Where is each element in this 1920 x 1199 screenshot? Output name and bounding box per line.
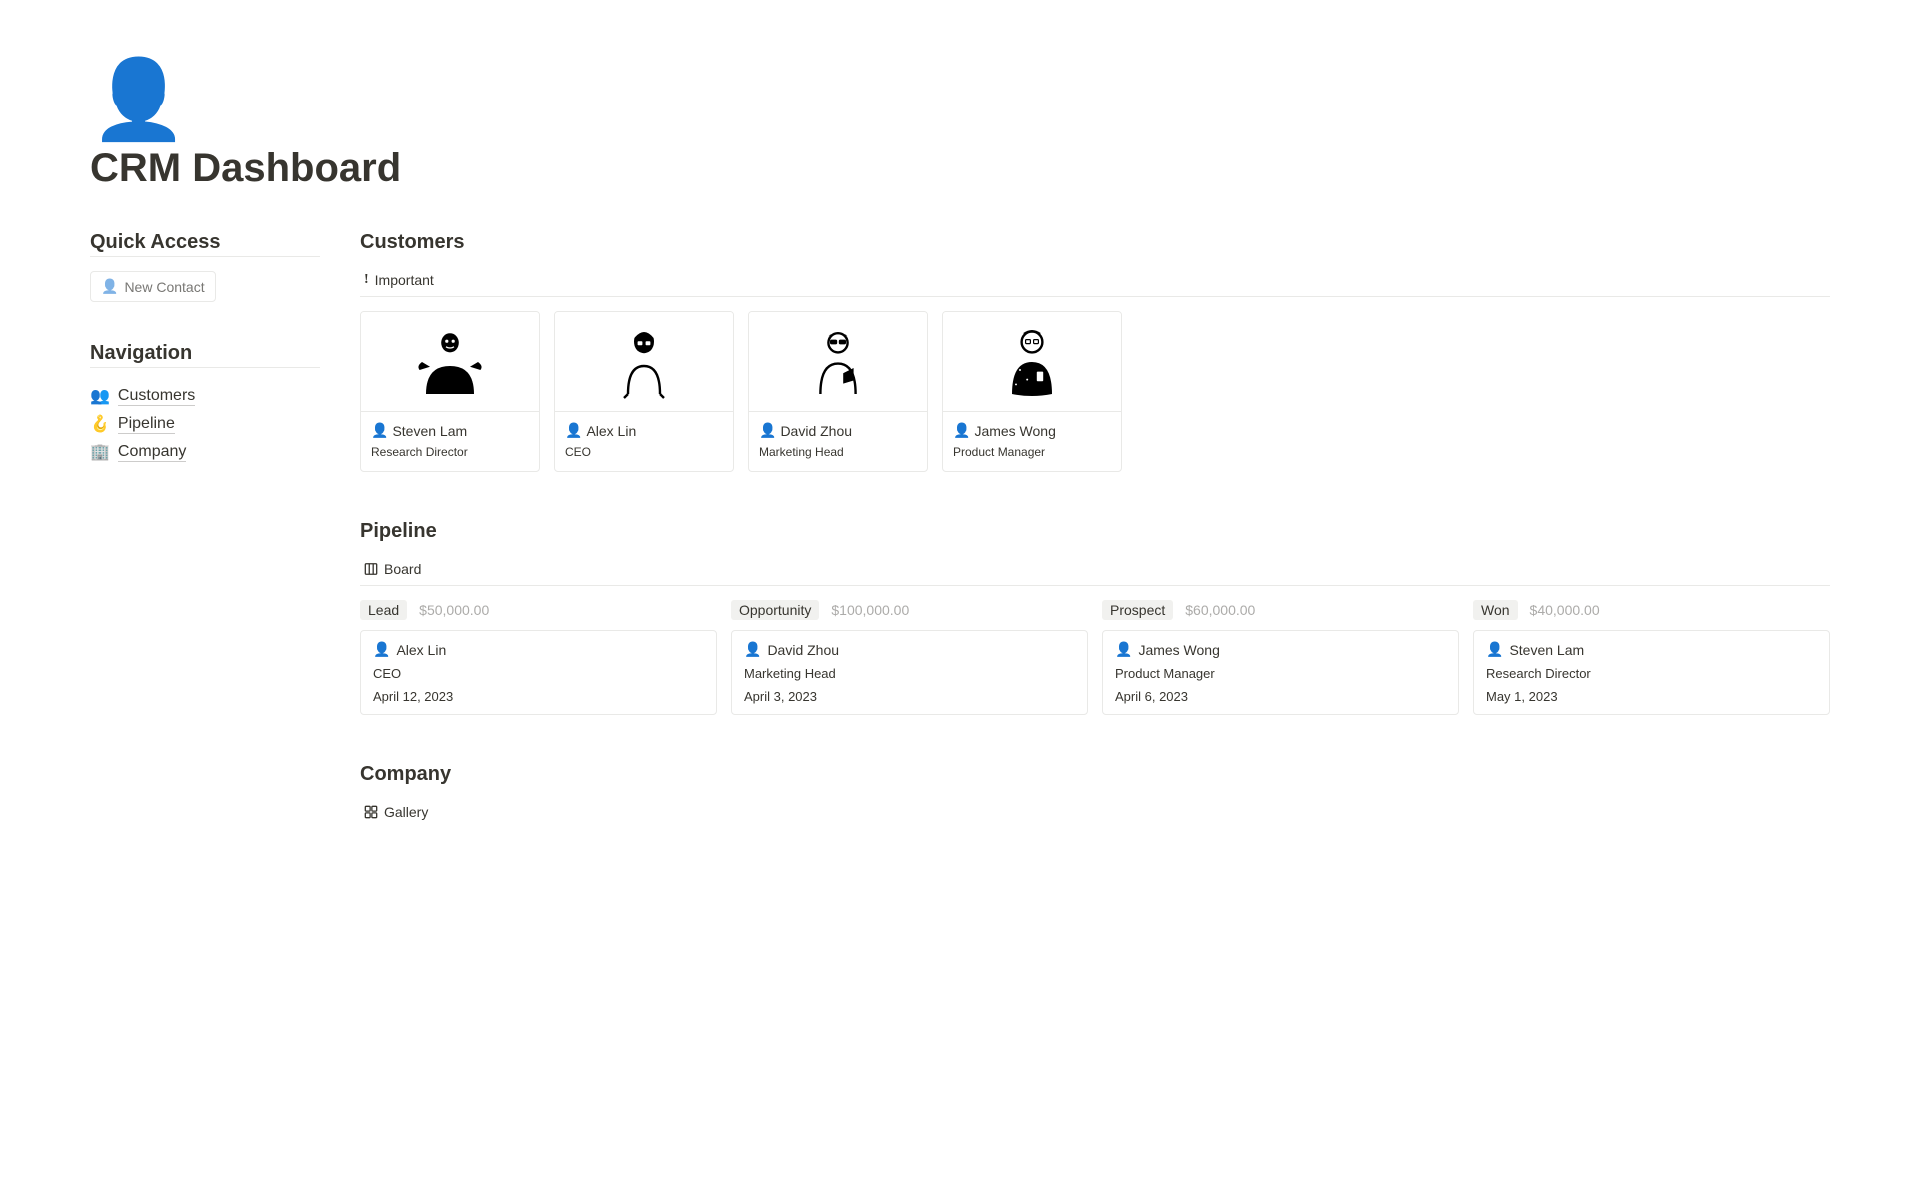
- column-tag[interactable]: Won: [1473, 600, 1518, 620]
- nav-label: Company: [118, 443, 186, 462]
- customers-section: Customers ! Important 👤Steven Lam Resear…: [360, 231, 1830, 472]
- person-icon: 👤: [759, 422, 776, 439]
- board-icon: [364, 562, 378, 576]
- pipeline-role: Product Manager: [1115, 666, 1446, 681]
- column-tag[interactable]: Opportunity: [731, 600, 819, 620]
- pipeline-role: CEO: [373, 666, 704, 681]
- customer-avatar: [555, 312, 733, 412]
- column-tag[interactable]: Prospect: [1102, 600, 1173, 620]
- column-amount: $60,000.00: [1185, 602, 1255, 618]
- pipeline-date: April 3, 2023: [744, 689, 1075, 704]
- avatar-illustration-icon: [410, 322, 490, 402]
- customer-card[interactable]: 👤Steven Lam Research Director: [360, 311, 540, 472]
- view-tab-board[interactable]: Board: [364, 561, 421, 577]
- pipeline-name: Alex Lin: [396, 642, 446, 658]
- column-amount: $100,000.00: [831, 602, 909, 618]
- people-icon: 👥: [90, 386, 110, 406]
- view-tab-gallery[interactable]: Gallery: [364, 804, 428, 820]
- customer-role: Product Manager: [953, 445, 1111, 459]
- avatar-illustration-icon: [604, 322, 684, 402]
- person-icon: 👤: [565, 422, 582, 439]
- gallery-icon: [364, 805, 378, 819]
- pipeline-card[interactable]: 👤 Steven Lam Research Director May 1, 202…: [1473, 630, 1830, 715]
- pipeline-board: Lead $50,000.00 👤 Alex Lin CEO April 12, …: [360, 600, 1830, 715]
- view-tab-label: Board: [384, 561, 421, 577]
- pipeline-role: Research Director: [1486, 666, 1817, 681]
- customer-role: Marketing Head: [759, 445, 917, 459]
- customer-avatar: [749, 312, 927, 412]
- building-icon: 🏢: [90, 442, 110, 462]
- person-icon: 👤: [1486, 641, 1503, 658]
- nav-item-customers[interactable]: 👥 Customers: [90, 382, 320, 410]
- pipeline-section: Pipeline Board Lead $50,000.00 👤Alex: [360, 520, 1830, 715]
- customer-name: David Zhou: [780, 423, 852, 439]
- pipeline-name: David Zhou: [767, 642, 839, 658]
- person-icon: 👤: [744, 641, 761, 658]
- pipeline-name: James Wong: [1138, 642, 1219, 658]
- page-title: CRM Dashboard: [90, 146, 1830, 191]
- pipeline-date: April 6, 2023: [1115, 689, 1446, 704]
- customer-role: Research Director: [371, 445, 529, 459]
- customer-card[interactable]: 👤Alex Lin CEO: [554, 311, 734, 472]
- view-tab-label: Gallery: [384, 804, 428, 820]
- nav-label: Customers: [118, 387, 195, 406]
- pipeline-date: April 12, 2023: [373, 689, 704, 704]
- pipeline-column-prospect: Prospect $60,000.00 👤 James Wong Product …: [1102, 600, 1459, 715]
- customer-avatar: [361, 312, 539, 412]
- customer-name: Steven Lam: [392, 423, 467, 439]
- person-icon: 👤: [101, 278, 118, 295]
- nav-label: Pipeline: [118, 415, 175, 434]
- customer-name: Alex Lin: [586, 423, 636, 439]
- customers-heading: Customers: [360, 231, 1830, 254]
- customer-avatar: [943, 312, 1121, 412]
- quick-access-heading: Quick Access: [90, 231, 320, 257]
- customer-card[interactable]: 👤James Wong Product Manager: [942, 311, 1122, 472]
- page-icon: 👤: [90, 60, 1830, 138]
- customer-name: James Wong: [974, 423, 1055, 439]
- customer-card[interactable]: 👤David Zhou Marketing Head: [748, 311, 928, 472]
- pipeline-column-lead: Lead $50,000.00 👤 Alex Lin CEO April 12, …: [360, 600, 717, 715]
- page-header: 👤 CRM Dashboard: [90, 60, 1830, 191]
- nav-item-pipeline[interactable]: 🪝 Pipeline: [90, 410, 320, 438]
- avatar-illustration-icon: [798, 322, 878, 402]
- person-icon: 👤: [953, 422, 970, 439]
- pipeline-view-tabs: Board: [360, 555, 1830, 586]
- new-contact-button[interactable]: 👤 New Contact: [90, 271, 216, 302]
- main-content: Customers ! Important 👤Steven Lam Resear…: [360, 231, 1830, 828]
- column-amount: $40,000.00: [1530, 602, 1600, 618]
- pipeline-date: May 1, 2023: [1486, 689, 1817, 704]
- company-section: Company Gallery: [360, 763, 1830, 828]
- customers-view-tabs: ! Important: [360, 266, 1830, 297]
- sidebar: Quick Access 👤 New Contact Navigation 👥 …: [90, 231, 320, 828]
- new-contact-label: New Contact: [124, 279, 204, 295]
- pipeline-card[interactable]: 👤 Alex Lin CEO April 12, 2023: [360, 630, 717, 715]
- company-view-tabs: Gallery: [360, 798, 1830, 828]
- pipeline-column-opportunity: Opportunity $100,000.00 👤 David Zhou Mark…: [731, 600, 1088, 715]
- important-icon: !: [364, 272, 369, 288]
- hook-icon: 🪝: [90, 414, 110, 434]
- avatar-illustration-icon: [992, 322, 1072, 402]
- pipeline-column-won: Won $40,000.00 👤 Steven Lam Research Dire…: [1473, 600, 1830, 715]
- view-tab-label: Important: [375, 272, 434, 288]
- pipeline-card[interactable]: 👤 James Wong Product Manager April 6, 202…: [1102, 630, 1459, 715]
- person-icon: 👤: [371, 422, 388, 439]
- pipeline-role: Marketing Head: [744, 666, 1075, 681]
- company-heading: Company: [360, 763, 1830, 786]
- pipeline-heading: Pipeline: [360, 520, 1830, 543]
- person-icon: 👤: [1115, 641, 1132, 658]
- view-tab-important[interactable]: ! Important: [364, 272, 434, 288]
- nav-item-company[interactable]: 🏢 Company: [90, 438, 320, 466]
- navigation-list: 👥 Customers 🪝 Pipeline 🏢 Company: [90, 382, 320, 466]
- customer-role: CEO: [565, 445, 723, 459]
- pipeline-card[interactable]: 👤 David Zhou Marketing Head April 3, 2023: [731, 630, 1088, 715]
- column-amount: $50,000.00: [419, 602, 489, 618]
- person-icon: 👤: [373, 641, 390, 658]
- navigation-heading: Navigation: [90, 342, 320, 368]
- customers-grid: 👤Steven Lam Research Director 👤Alex Lin …: [360, 311, 1830, 472]
- pipeline-name: Steven Lam: [1509, 642, 1584, 658]
- column-tag[interactable]: Lead: [360, 600, 407, 620]
